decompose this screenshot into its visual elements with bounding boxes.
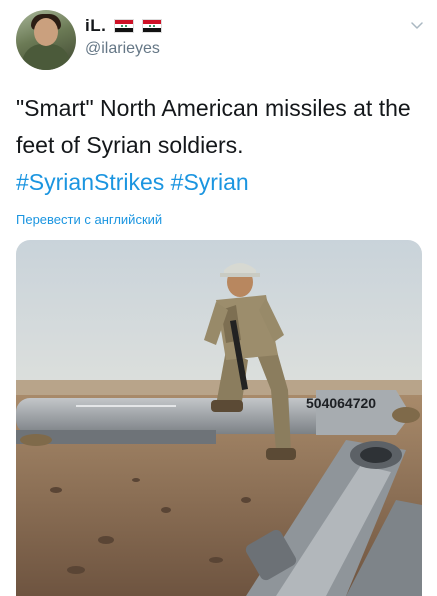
chevron-down-icon[interactable] [411, 20, 423, 32]
photo-illustration: 504064720 [16, 240, 422, 596]
user-handle[interactable]: @ilarieyes [85, 40, 160, 58]
hashtag-link[interactable]: #Syrian [171, 169, 249, 195]
tweet-card: iL. @ilarieyes "Smart" North American mi… [0, 0, 437, 596]
hashtag-link[interactable]: #SyrianStrikes [16, 169, 164, 195]
syria-flag-icon [114, 19, 135, 33]
tweet-text-line: feet of Syrian soldiers. [16, 132, 244, 158]
missile-serial: 504064720 [306, 395, 376, 411]
author-name-row[interactable]: iL. [85, 16, 163, 36]
avatar[interactable] [16, 10, 76, 70]
tweet-photo[interactable]: 504064720 [16, 240, 422, 596]
tweet-text: "Smart" North American missiles at the f… [16, 90, 421, 201]
translate-link[interactable]: Перевести с английский [16, 212, 162, 227]
tweet-text-line: "Smart" North American missiles at the [16, 95, 411, 121]
display-name[interactable]: iL. [85, 16, 106, 36]
syria-flag-icon [142, 19, 163, 33]
